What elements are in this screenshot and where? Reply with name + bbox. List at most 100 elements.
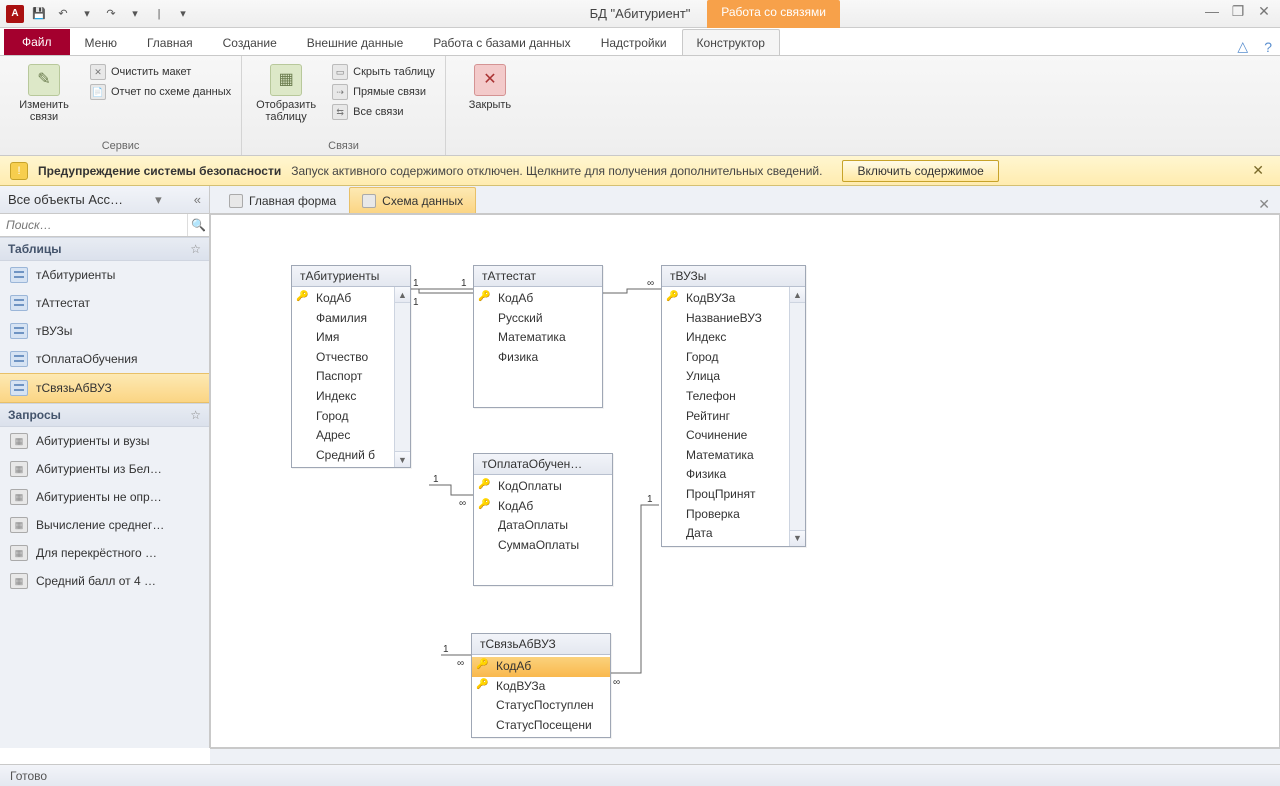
table-field[interactable]: Телефон [662,387,789,407]
table-field[interactable]: Отчество [292,348,394,368]
tab-file[interactable]: Файл [4,29,70,55]
table-field[interactable]: Средний б [292,446,394,466]
ribbon-minimize-icon[interactable]: △ [1229,38,1256,55]
status-text: Готово [10,769,47,783]
quick-access-toolbar: A 💾 ↶ ▾ ↷ ▾ | ▾ [0,5,198,23]
tab-create[interactable]: Создание [208,29,292,55]
table-field[interactable]: Фамилия [292,309,394,329]
tab-constructor[interactable]: Конструктор [682,29,780,55]
table-field[interactable]: Математика [474,328,602,348]
table-field[interactable]: ДатаОплаты [474,516,612,536]
tab-addons[interactable]: Надстройки [586,29,682,55]
btn-close[interactable]: ✕ Закрыть [456,60,524,111]
help-icon[interactable]: ? [1256,39,1280,55]
table-attestat[interactable]: тАттестат КодАбРусскийМатематикаФизика [473,265,603,408]
btn-hide-table[interactable]: ▭Скрыть таблицу [332,64,435,80]
table-field[interactable]: Физика [662,465,789,485]
table-svyaz[interactable]: тСвязьАбВУЗ КодАбКодВУЗаСтатусПоступленС… [471,633,611,738]
doctab-close[interactable]: ✕ [1248,196,1280,213]
relationships-canvas[interactable]: 11 1∞ 1∞ 1∞ ∞1 тАбитуриенты КодАбФамилия… [210,214,1280,748]
nav-header[interactable]: Все объекты Acc… ▾ « [0,186,209,214]
qat-redo-dd[interactable]: ▾ [126,5,144,23]
table-field[interactable]: ПроцПринят [662,485,789,505]
table-field[interactable]: НазваниеВУЗ [662,309,789,329]
btn-edit-links[interactable]: ✎ Изменить связи [10,60,78,123]
qat-customize[interactable]: ▾ [174,5,192,23]
table-field[interactable]: Проверка [662,505,789,525]
btn-clear-layout[interactable]: ✕Очистить макет [90,64,231,80]
tab-menu[interactable]: Меню [70,29,132,55]
doctab-schema[interactable]: Схема данных [349,187,476,213]
nav-table-item[interactable]: тАбитуриенты [0,261,209,289]
table-field[interactable]: Индекс [292,387,394,407]
table-field[interactable]: Русский [474,309,602,329]
table-field[interactable]: СтатусПоступлен [472,696,610,716]
tab-home[interactable]: Главная [132,29,208,55]
table-field[interactable]: Дата [662,524,789,544]
cat-tables-header[interactable]: Таблицы☆ [0,237,209,261]
table-field[interactable]: Имя [292,328,394,348]
doctab-main-form[interactable]: Главная форма [216,187,349,213]
table-field[interactable]: Математика [662,446,789,466]
tab-external[interactable]: Внешние данные [292,29,419,55]
table-field[interactable]: КодАб [472,657,610,677]
qat-undo-dd[interactable]: ▾ [78,5,96,23]
table-field[interactable]: Город [662,348,789,368]
btn-show-table[interactable]: ▦ Отобразить таблицу [252,60,320,123]
btn-all-links[interactable]: ⇆Все связи [332,104,435,120]
nav-query-item[interactable]: ▦Для перекрёстного … [0,539,209,567]
scroll-up-icon[interactable]: ▲ [395,287,410,303]
table-field[interactable]: СуммаОплаты [474,536,612,556]
qat-redo[interactable]: ↷ [102,5,120,23]
table-field[interactable]: Физика [474,348,602,368]
scroll-down-icon[interactable]: ▼ [395,451,410,467]
nav-table-item[interactable]: тОплатаОбучения [0,345,209,373]
qat-undo[interactable]: ↶ [54,5,72,23]
table-field[interactable]: КодАб [292,289,394,309]
nav-table-item[interactable]: тВУЗы [0,317,209,345]
btn-direct-links[interactable]: ⇢Прямые связи [332,84,435,100]
table-field[interactable]: Адрес [292,426,394,446]
window-close[interactable]: ✕ [1254,2,1274,20]
nav-table-item[interactable]: тАттестат [0,289,209,317]
table-abituriyenty[interactable]: тАбитуриенты КодАбФамилияИмяОтчествоПасп… [291,265,411,468]
table-oplata[interactable]: тОплатаОбучен… КодОплатыКодАбДатаОплатыС… [473,453,613,586]
search-icon[interactable]: 🔍 [187,214,209,236]
table-field[interactable]: Индекс [662,328,789,348]
security-close[interactable]: ✕ [1246,162,1270,179]
table-header: тВУЗы [662,266,805,287]
nav-query-item[interactable]: ▦Средний балл от 4 … [0,567,209,595]
table-field[interactable]: Сочинение [662,426,789,446]
collapse-icon[interactable]: « [194,192,201,207]
table-field[interactable]: КодОплаты [474,477,612,497]
nav-query-item[interactable]: ▦Абитуриенты и вузы [0,427,209,455]
scrollbar[interactable]: ▲▼ [394,287,410,467]
scrollbar[interactable]: ▲▼ [789,287,805,546]
nav-query-item[interactable]: ▦Вычисление среднег… [0,511,209,539]
table-field[interactable]: КодВУЗа [662,289,789,309]
table-field[interactable]: КодВУЗа [472,677,610,697]
enable-content-button[interactable]: Включить содержимое [842,160,998,182]
cat-queries-header[interactable]: Запросы☆ [0,403,209,427]
table-field[interactable]: Улица [662,367,789,387]
horizontal-scrollbar[interactable] [210,748,1280,764]
table-field[interactable]: Город [292,407,394,427]
table-field[interactable]: Рейтинг [662,407,789,427]
btn-report[interactable]: 📄Отчет по схеме данных [90,84,231,100]
scroll-up-icon[interactable]: ▲ [790,287,805,303]
tab-dbtools[interactable]: Работа с базами данных [418,29,585,55]
nav-table-item[interactable]: тСвязьАбВУЗ [0,373,209,403]
qat-save[interactable]: 💾 [30,5,48,23]
nav-query-item[interactable]: ▦Абитуриенты из Бел… [0,455,209,483]
table-field[interactable]: Паспорт [292,367,394,387]
window-max[interactable]: ❐ [1228,2,1248,20]
nav-query-item[interactable]: ▦Абитуриенты не опр… [0,483,209,511]
window-min[interactable]: — [1202,2,1222,20]
nav-search-input[interactable] [0,214,187,236]
table-vuzy[interactable]: тВУЗы КодВУЗаНазваниеВУЗИндексГородУлица… [661,265,806,547]
table-field[interactable]: КодАб [474,289,602,309]
table-field[interactable]: СтатусПосещени [472,716,610,736]
all-icon: ⇆ [332,104,348,120]
scroll-down-icon[interactable]: ▼ [790,530,805,546]
table-field[interactable]: КодАб [474,497,612,517]
